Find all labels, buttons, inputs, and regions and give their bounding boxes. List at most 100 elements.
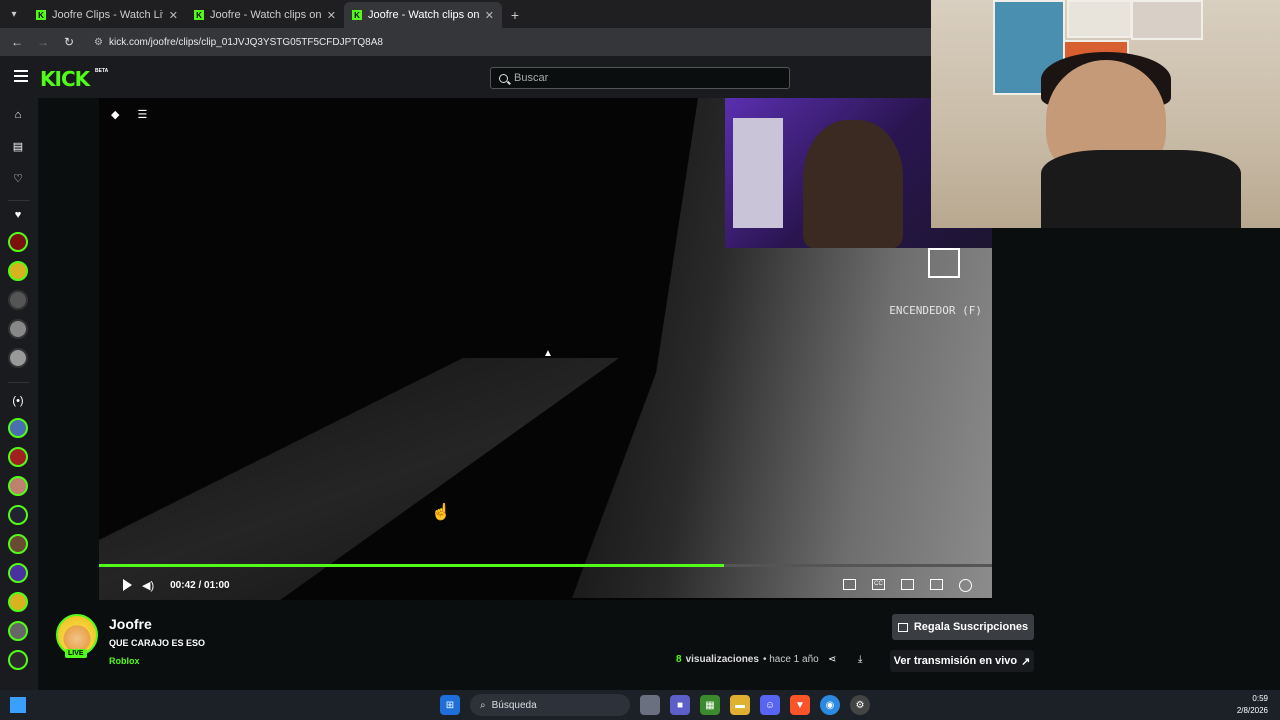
forward-arrow-icon[interactable]: →: [32, 31, 54, 53]
hud-item-slot: [928, 248, 960, 278]
search-input[interactable]: Buscar: [490, 67, 790, 89]
settings-app-icon[interactable]: ⚙: [850, 695, 870, 715]
player-top-icons: ◆ ☰: [111, 108, 147, 121]
reload-icon[interactable]: ↻: [58, 31, 80, 53]
live-badge: LIVE: [65, 649, 87, 658]
browse-icon[interactable]: ▤: [11, 140, 25, 154]
browser-tab-1[interactable]: K Joofre Clips - Watch Live on Kick ✕: [28, 2, 186, 28]
sidebar-channel-avatar[interactable]: [8, 621, 28, 641]
sidebar-channel-avatar[interactable]: [8, 534, 28, 554]
gift-subs-button[interactable]: Regala Suscripciones: [892, 614, 1034, 640]
url-text: kick.com/joofre/clips/clip_01JVJQ3YSTG05…: [108, 36, 383, 48]
kick-logo[interactable]: KICK: [40, 67, 90, 91]
sidebar-divider: [8, 382, 30, 383]
time-separator: /: [198, 579, 202, 591]
watch-live-label: Ver transmisión en vivo: [893, 655, 1018, 667]
teams-icon[interactable]: ■: [670, 695, 690, 715]
play-icon[interactable]: [123, 579, 132, 591]
watch-live-button[interactable]: Ver transmisión en vivo ↗: [890, 650, 1034, 672]
webcam-shelf: [733, 118, 783, 228]
views-count: 8: [676, 654, 682, 665]
minecraft-icon[interactable]: ▦: [700, 695, 720, 715]
site-info-icon[interactable]: ⚙: [94, 37, 103, 48]
sidebar-channel-avatar[interactable]: [8, 476, 28, 496]
sidebar-channel-avatar[interactable]: [8, 563, 28, 583]
sidebar-divider: [8, 200, 30, 201]
gift-icon: [897, 622, 908, 632]
close-tab-icon[interactable]: ✕: [485, 9, 494, 22]
wall-poster: [1131, 0, 1203, 40]
back-arrow-icon[interactable]: ←: [6, 31, 28, 53]
facecam-overlay: [931, 0, 1280, 228]
channel-name[interactable]: Joofre: [109, 616, 152, 632]
clock-time: 0:59: [1252, 694, 1268, 703]
sidebar-channel-avatar[interactable]: [8, 261, 28, 281]
settings-icon[interactable]: [959, 578, 972, 592]
task-view-icon[interactable]: [640, 695, 660, 715]
wall-poster: [1067, 0, 1132, 38]
gift-subs-label: Regala Suscripciones: [913, 621, 1029, 633]
browser-tab-2[interactable]: K Joofre - Watch clips on Kick ✕: [186, 2, 344, 28]
time-current: 00:42: [170, 579, 196, 591]
list-menu-icon[interactable]: ☰: [137, 108, 147, 121]
category-link[interactable]: Roblox: [109, 656, 140, 666]
facecam-shirt: [1041, 150, 1241, 228]
brave-icon[interactable]: ▼: [790, 695, 810, 715]
new-tab-button[interactable]: +: [502, 2, 528, 28]
following-icon[interactable]: ♡: [11, 172, 25, 186]
captions-icon[interactable]: CC: [872, 578, 885, 590]
player-controls: ◀) 00:42 / 01:00 CC: [99, 570, 992, 600]
roblox-icon[interactable]: ◆: [111, 108, 119, 121]
sidebar: ⌂ ▤ ♡ ♥ (•): [0, 98, 38, 690]
clock-date: 2/8/2026: [1236, 706, 1268, 715]
close-tab-icon[interactable]: ✕: [327, 9, 336, 22]
download-icon[interactable]: ⤓: [858, 654, 862, 665]
tab-search-dropdown-icon[interactable]: ▾: [0, 0, 28, 28]
home-icon[interactable]: ⌂: [11, 108, 25, 122]
sidebar-channel-avatar[interactable]: [8, 418, 28, 438]
sidebar-channel-avatar[interactable]: [8, 319, 28, 339]
kick-favicon-icon: K: [352, 10, 362, 20]
theater-mode-icon[interactable]: [901, 578, 914, 590]
discord-icon[interactable]: ☺: [760, 695, 780, 715]
video-player[interactable]: ENCENDEDOR (F) ◆ ☰ ▲ ☝ ◀) 00:42 / 01:00 …: [99, 98, 992, 600]
time-ago: • hace 1 año: [762, 654, 819, 665]
clip-info: LIVE Joofre QUE CARAJO ES ESO Roblox Reg…: [56, 614, 1046, 690]
file-explorer-icon[interactable]: ▬: [730, 695, 750, 715]
sidebar-channel-avatar[interactable]: [8, 348, 28, 368]
widgets-icon[interactable]: [10, 697, 26, 713]
kick-favicon-icon: K: [36, 10, 46, 20]
share-icon[interactable]: ⋖: [828, 654, 836, 665]
followed-heart-icon: ♥: [14, 209, 22, 221]
taskbar-search[interactable]: ⌕ Búsqueda: [470, 694, 630, 716]
sidebar-channel-avatar[interactable]: [8, 232, 28, 252]
system-clock[interactable]: 0:59 2/8/2026: [1237, 693, 1268, 717]
sidebar-channel-avatar[interactable]: [8, 505, 28, 525]
url-field[interactable]: ⚙ kick.com/joofre/clips/clip_01JVJQ3YSTG…: [88, 31, 389, 53]
hand-cursor-icon: ☝: [431, 504, 451, 521]
windows-start-icon[interactable]: ⊞: [440, 695, 460, 715]
sidebar-channel-avatar[interactable]: [8, 592, 28, 612]
fullscreen-icon[interactable]: [930, 578, 943, 590]
external-link-icon: ↗: [1021, 655, 1031, 668]
clip-title: QUE CARAJO ES ESO: [109, 638, 206, 648]
sidebar-channel-avatar[interactable]: [8, 650, 28, 670]
clip-meta: 8 visualizaciones • hace 1 año: [676, 654, 819, 665]
time-display: 00:42 / 01:00: [170, 580, 230, 591]
hud-item-label: ENCENDEDOR (F): [889, 304, 982, 317]
search-icon: [499, 73, 508, 83]
sidebar-channel-avatar[interactable]: [8, 290, 28, 310]
miniplayer-icon[interactable]: [843, 578, 856, 590]
volume-icon[interactable]: ◀): [142, 579, 154, 592]
taskbar-apps: ⊞ ⌕ Búsqueda ■ ▦ ▬ ☺ ▼ ◉ ⚙: [440, 694, 870, 716]
chrome-icon[interactable]: ◉: [820, 695, 840, 715]
os-taskbar: ⊞ ⌕ Búsqueda ■ ▦ ▬ ☺ ▼ ◉ ⚙ 0:59 2/8/2026: [0, 690, 1280, 720]
time-total: 01:00: [204, 579, 230, 591]
kick-favicon-icon: K: [194, 10, 204, 20]
sidebar-channel-avatar[interactable]: [8, 447, 28, 467]
beta-badge: BETA: [95, 68, 109, 74]
menu-icon[interactable]: [14, 70, 28, 82]
close-tab-icon[interactable]: ✕: [169, 9, 178, 22]
progress-bar[interactable]: [99, 564, 992, 567]
browser-tab-3[interactable]: K Joofre - Watch clips on Kick ✕: [344, 2, 502, 28]
